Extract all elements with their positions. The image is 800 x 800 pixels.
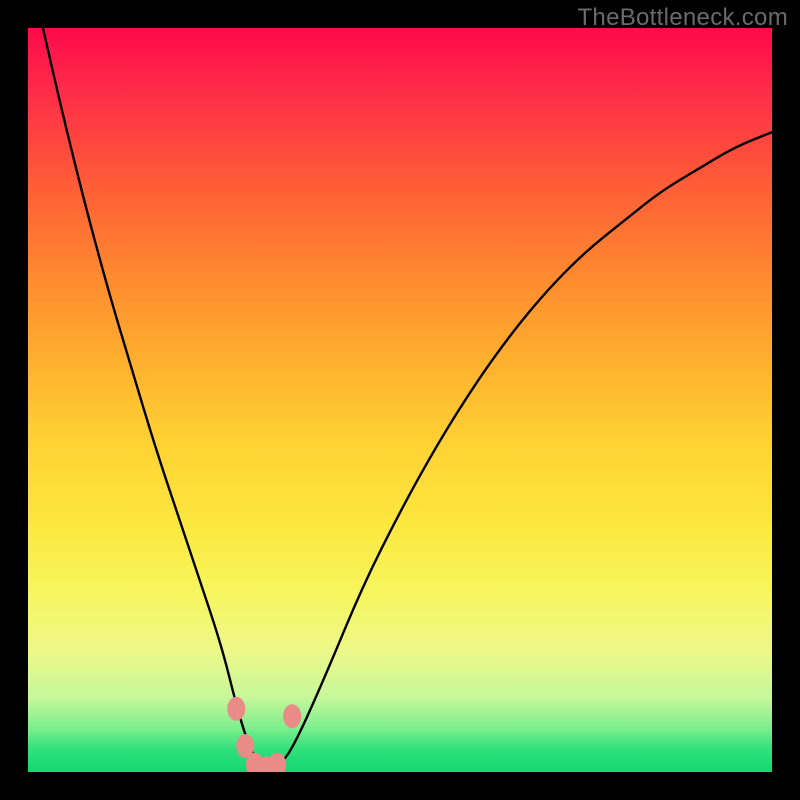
- dot-bottom-3: [268, 753, 286, 772]
- dot-left-upper: [227, 697, 245, 721]
- marker-group: [227, 697, 301, 772]
- chart-frame: TheBottleneck.com: [0, 0, 800, 800]
- dot-right: [283, 704, 301, 728]
- bottleneck-curve: [43, 28, 772, 767]
- plot-area: [28, 28, 772, 772]
- curve-layer: [28, 28, 772, 772]
- watermark-text: TheBottleneck.com: [577, 4, 788, 32]
